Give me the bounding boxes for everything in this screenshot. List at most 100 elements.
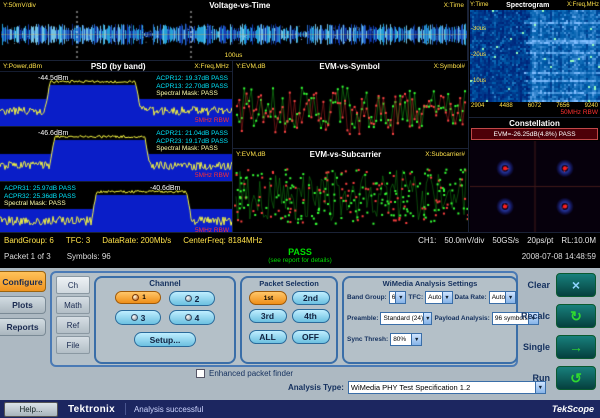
channel-2-button[interactable]: 2 <box>169 291 215 306</box>
channel-1-button[interactable]: 1 <box>115 291 161 304</box>
acpr-readouts: ACPR12: 19.37dB PASS ACPR13: 22.70dB PAS… <box>156 75 228 98</box>
psd-band-1: -44.5dBm ACPR12: 19.37dB PASS ACPR13: 22… <box>0 71 232 126</box>
packet-off-button[interactable]: OFF <box>292 330 330 344</box>
sample-rate-readout: 50GS/s <box>492 236 519 245</box>
spectrogram-rbw-readout: 50MHz RBW <box>560 109 598 116</box>
packet-3rd-button[interactable]: 3rd <box>249 309 287 323</box>
rbw-readout: 5MHz RBW <box>195 117 229 124</box>
chevron-down-icon: ▼ <box>423 313 431 324</box>
preamble-select[interactable]: Standard (24)▼ <box>380 312 432 325</box>
footer-bar: Help... Tektronix Analysis successful Te… <box>0 400 600 418</box>
packet-1st-button[interactable]: 1st <box>249 291 287 305</box>
psd-y-axis-label: Y:Power,dBm <box>3 63 42 70</box>
voltage-vs-time-plot: Y:50mV/div Voltage-vs-Time X:Time 100us <box>0 0 468 60</box>
payload-analysis-label: Payload Analysis: <box>434 315 489 322</box>
channel-setup-button[interactable]: Setup... <box>134 332 196 347</box>
evm-symbol-y-axis-label: Y:EVM,dB <box>236 63 266 70</box>
channel-readout: CH1: <box>418 236 436 245</box>
run-loop-icon: ↺ <box>570 370 582 387</box>
spectrogram-x-axis-label: X:Freq,MHz <box>567 2 599 8</box>
packet-4th-button[interactable]: 4th <box>292 309 330 323</box>
single-label: Single <box>523 342 550 352</box>
run-button[interactable]: ↺ <box>556 366 596 390</box>
tab-reports[interactable]: Reports <box>0 318 46 336</box>
enhanced-packet-finder-checkbox[interactable] <box>196 369 205 378</box>
clear-x-icon: × <box>572 277 580 293</box>
radio-dot-icon <box>185 314 192 321</box>
spectrogram-time-tick: -30us <box>471 26 486 32</box>
sync-thresh-select[interactable]: 80%▼ <box>390 333 422 346</box>
packet-all-button[interactable]: ALL <box>249 330 287 344</box>
acpr-readout: ACPR21: 21.04dB PASS <box>156 130 228 138</box>
evm-vs-symbol-plot: Y:EVM,dB EVM-vs-Symbol X:Symbol# <box>232 60 468 148</box>
configure-settings-box: Ch Math Ref File Channel 1 2 3 4 Setup..… <box>50 271 518 367</box>
acpr-readouts: ACPR21: 21.04dB PASS ACPR23: 19.17dB PAS… <box>156 130 228 153</box>
channel-group-title: Channel <box>96 279 234 288</box>
spectrogram-plot: Y:Time Spectrogram X:Freq,MHz -30us -20u… <box>468 0 600 117</box>
clear-button[interactable]: × <box>556 273 596 297</box>
datetime-readout: 2008-07-08 14:48:59 <box>522 252 596 261</box>
data-rate-label: Data Rate: <box>455 294 487 301</box>
evm-symbol-plot-title: EVM-vs-Symbol <box>319 62 379 71</box>
spectrogram-plot-title: Spectrogram <box>506 2 549 9</box>
channel-4-button[interactable]: 4 <box>169 310 215 325</box>
voltage-y-axis-label: Y:50mV/div <box>3 2 36 9</box>
tektronix-logo: Tektronix <box>68 404 115 415</box>
analysis-status-text: Analysis successful <box>134 405 203 414</box>
chevron-down-icon: ▼ <box>395 292 405 303</box>
source-tab-math[interactable]: Math <box>56 296 90 314</box>
voltage-x-axis-label: X:Time <box>444 2 464 9</box>
band-group-readout: BandGroup: 6 <box>4 236 54 245</box>
recalc-button[interactable]: ↻ <box>556 304 596 328</box>
analysis-type-label: Analysis Type: <box>288 383 344 392</box>
tfc-select[interactable]: Auto▼ <box>425 291 452 304</box>
data-rate-select[interactable]: Auto▼ <box>489 291 516 304</box>
analysis-type-select[interactable]: WiMedia PHY Test Specification 1.2▼ <box>348 381 546 394</box>
footer-divider <box>125 403 126 415</box>
evm-subcarrier-x-axis-label: X:Subcarrier# <box>425 151 465 158</box>
radio-dot-icon <box>185 295 192 302</box>
evm-symbol-x-axis-label: X:Symbol# <box>434 63 465 70</box>
tfc-label: TFC: <box>408 294 423 301</box>
acpr-readout: ACPR31: 25.97dB PASS <box>4 185 76 193</box>
tfc-readout: TFC: 3 <box>66 236 90 245</box>
tab-configure[interactable]: Configure <box>0 271 46 292</box>
evm-subcarrier-y-axis-label: Y:EVM,dB <box>236 151 266 158</box>
source-tab-ref[interactable]: Ref <box>56 316 90 334</box>
psd-band-3: -40.6dBm ACPR31: 25.97dB PASS ACPR32: 25… <box>0 181 232 236</box>
packet-2nd-button[interactable]: 2nd <box>292 291 330 305</box>
voltage-plot-title: Voltage-vs-Time <box>209 1 270 10</box>
band-group-label: Band Group: <box>347 294 387 301</box>
band-power-readout: -40.6dBm <box>150 185 180 192</box>
acpr-readout: ACPR12: 19.37dB PASS <box>156 75 228 83</box>
enhanced-packet-finder-label: Enhanced packet finder <box>209 369 293 378</box>
acpr-readout: ACPR13: 22.70dB PASS <box>156 83 228 91</box>
channel-3-button[interactable]: 3 <box>115 310 161 325</box>
evm-vs-symbol-canvas <box>234 71 468 148</box>
vdiv-readout: 50.0mV/div <box>444 236 484 245</box>
voltage-time-tick: 100us <box>225 52 243 59</box>
single-arrow-icon: → <box>569 339 583 355</box>
spectrogram-time-tick: -20us <box>471 52 486 58</box>
tekscope-wimedia-screen: Y:50mV/div Voltage-vs-Time X:Time 100us … <box>0 0 600 418</box>
wimedia-settings-group: WiMedia Analysis Settings Band Group: 6▼… <box>342 276 518 364</box>
help-button[interactable]: Help... <box>4 402 58 417</box>
spectral-mask-result: Spectral Mask: PASS <box>156 145 228 153</box>
band-power-readout: -46.6dBm <box>38 130 68 137</box>
source-tab-file[interactable]: File <box>56 336 90 354</box>
source-tab-ch[interactable]: Ch <box>56 276 90 294</box>
band-group-select[interactable]: 6▼ <box>389 291 407 304</box>
preamble-label: Preamble: <box>347 315 378 322</box>
psd-plot-title: PSD (by band) <box>91 62 146 71</box>
tab-plots[interactable]: Plots <box>0 296 46 314</box>
chevron-down-icon: ▼ <box>411 334 421 345</box>
psd-band-2: -46.6dBm ACPR21: 21.04dB PASS ACPR23: 19… <box>0 126 232 181</box>
rbw-readout: 5MHz RBW <box>195 172 229 179</box>
channel-group: Channel 1 2 3 4 Setup... <box>94 276 236 364</box>
chevron-down-icon: ▼ <box>505 292 515 303</box>
data-rate-readout: DataRate: 200Mb/s <box>102 236 171 245</box>
recalc-label: Recalc <box>521 311 550 321</box>
single-button[interactable]: → <box>556 335 596 359</box>
pass-note: (see report for details) <box>268 257 332 264</box>
evm-vs-subcarrier-canvas <box>234 159 468 232</box>
